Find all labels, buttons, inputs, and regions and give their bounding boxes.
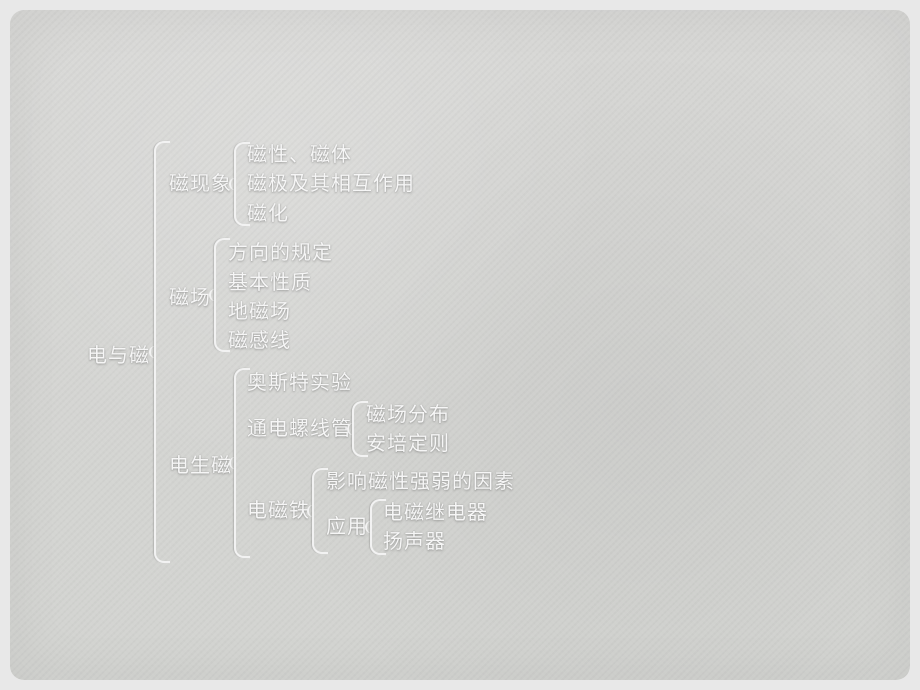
topic-2-child-1-label: 通电螺线管 <box>247 419 352 439</box>
topic-2-label: 电生磁 <box>169 456 232 476</box>
electromagnet-child-0: 影响磁性强弱的因素 <box>326 472 515 492</box>
solenoid-child-1: 安培定则 <box>366 434 450 454</box>
electromagnet-child-1-label: 应用 <box>326 517 368 537</box>
topic-0-label: 磁现象 <box>169 174 232 194</box>
diagram-page: { "root": { "label": "电与磁" }, "topics": … <box>10 10 910 680</box>
brace-root <box>154 141 170 563</box>
topic-0-child-2: 磁化 <box>247 204 289 224</box>
application-child-1: 扬声器 <box>383 532 446 552</box>
brace-topic-2 <box>234 368 250 558</box>
topic-1-child-1: 基本性质 <box>228 273 312 293</box>
topic-2-child-2-label: 电磁铁 <box>247 501 310 521</box>
topic-1-child-0: 方向的规定 <box>228 243 333 263</box>
topic-0-child-1: 磁极及其相互作用 <box>247 174 415 194</box>
topic-0-child-0: 磁性、磁体 <box>247 145 352 165</box>
topic-2-child-0: 奥斯特实验 <box>247 373 352 393</box>
topic-1-child-3: 磁感线 <box>228 331 291 351</box>
topic-1-child-2: 地磁场 <box>228 302 291 322</box>
solenoid-child-0: 磁场分布 <box>366 405 450 425</box>
topic-1-label: 磁场 <box>169 288 211 308</box>
root-label: 电与磁 <box>87 346 150 366</box>
application-child-0: 电磁继电器 <box>383 503 488 523</box>
